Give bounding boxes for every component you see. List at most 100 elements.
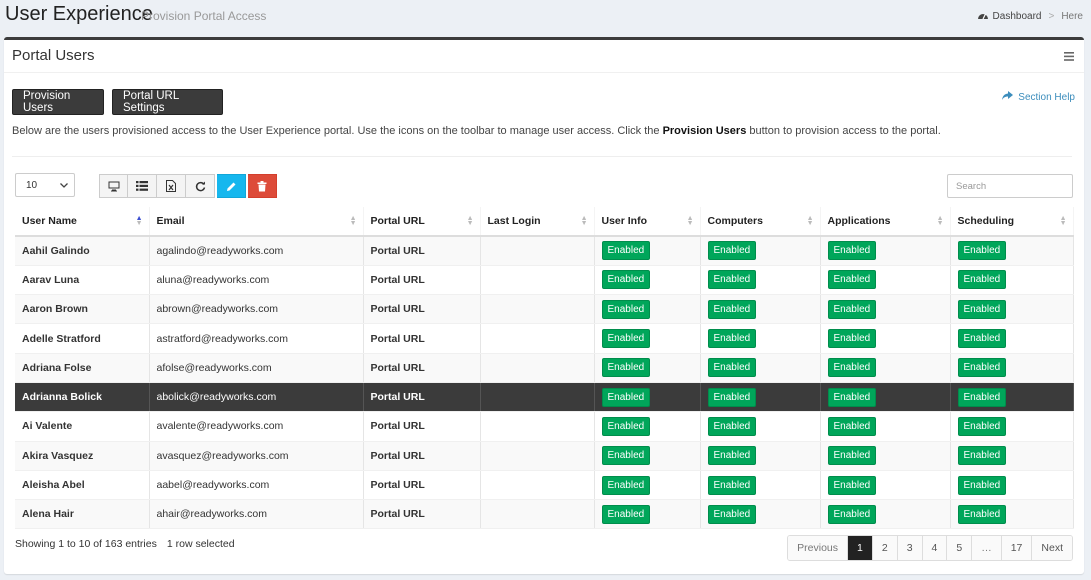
sort-icon: ▲ ▼ <box>806 215 814 227</box>
status-badge: Enabled <box>601 416 651 436</box>
column-label: Portal URL <box>370 215 425 227</box>
pagination-page-2[interactable]: 2 <box>871 536 897 560</box>
status-badge: Enabled <box>707 241 757 261</box>
pagination-page-17[interactable]: 17 <box>1000 536 1032 560</box>
cell-portal-url[interactable]: Portal URL <box>363 265 481 296</box>
search-input[interactable] <box>947 174 1073 198</box>
cell-scheduling: Enabled <box>950 499 1074 530</box>
column-header-portal-url[interactable]: Portal URL ▲ ▼ <box>363 207 481 237</box>
pagination-page-3[interactable]: 3 <box>896 536 922 560</box>
monitor-icon[interactable] <box>99 174 128 198</box>
status-badge: Enabled <box>601 387 651 407</box>
cell-last-login <box>480 294 595 325</box>
column-header-email[interactable]: Email ▲ ▼ <box>149 207 364 237</box>
cell-computers: Enabled <box>700 323 821 354</box>
cell-user-name: Adelle Stratford <box>15 323 150 354</box>
table-row[interactable]: Alena Hair ahair@readyworks.com Portal U… <box>15 499 1074 530</box>
column-header-computers[interactable]: Computers ▲ ▼ <box>700 207 821 237</box>
cell-user-info: Enabled <box>594 265 701 296</box>
cell-portal-url[interactable]: Portal URL <box>363 441 481 471</box>
table-row[interactable]: Ai Valente avalente@readyworks.com Porta… <box>15 411 1074 442</box>
cell-email: avasquez@readyworks.com <box>149 441 364 471</box>
cell-computers: Enabled <box>700 236 821 266</box>
status-badge: Enabled <box>827 446 877 466</box>
status-badge: Enabled <box>707 299 757 319</box>
cell-email: afolse@readyworks.com <box>149 353 364 383</box>
status-badge: Enabled <box>827 241 877 261</box>
cell-computers: Enabled <box>700 265 821 296</box>
cell-portal-url[interactable]: Portal URL <box>363 470 481 501</box>
status-badge: Enabled <box>601 329 651 349</box>
cell-portal-url[interactable]: Portal URL <box>363 353 481 383</box>
cell-last-login <box>480 441 595 471</box>
pagination-next[interactable]: Next <box>1031 536 1072 560</box>
hamburger-menu-icon[interactable] <box>1064 48 1074 64</box>
column-header-user-info[interactable]: User Info ▲ ▼ <box>594 207 701 237</box>
cell-last-login <box>480 265 595 296</box>
table-row[interactable]: Aarav Luna aluna@readyworks.com Portal U… <box>15 265 1074 296</box>
pencil-edit-icon[interactable] <box>217 174 246 198</box>
box-divider <box>4 72 1084 73</box>
sort-icon: ▲ ▼ <box>466 215 474 227</box>
breadcrumb-separator: > <box>1048 11 1055 22</box>
pagination-ellipsis: … <box>971 536 1001 560</box>
table-row-selected[interactable]: Adrianna Bolick abolick@readyworks.com P… <box>15 382 1074 413</box>
status-badge: Enabled <box>957 504 1007 524</box>
page-length-select[interactable]: 10 <box>15 173 75 197</box>
list-icon[interactable] <box>128 174 157 198</box>
cell-portal-url[interactable]: Portal URL <box>363 499 481 530</box>
cell-user-info: Enabled <box>594 353 701 383</box>
cell-applications: Enabled <box>820 265 951 296</box>
pagination-previous[interactable]: Previous <box>788 536 847 560</box>
status-badge: Enabled <box>957 358 1007 378</box>
cell-portal-url[interactable]: Portal URL <box>363 236 481 266</box>
cell-user-name: Akira Vasquez <box>15 441 150 471</box>
cell-user-name: Adrianna Bolick <box>15 382 150 413</box>
status-badge: Enabled <box>827 299 877 319</box>
cell-last-login <box>480 236 595 266</box>
cell-portal-url[interactable]: Portal URL <box>363 323 481 354</box>
column-header-user-name[interactable]: User Name ▲ ▼ <box>15 207 150 237</box>
trash-delete-icon[interactable] <box>248 174 277 198</box>
cell-email: agalindo@readyworks.com <box>149 236 364 266</box>
cell-last-login <box>480 499 595 530</box>
breadcrumb-dashboard-link[interactable]: Dashboard <box>993 11 1042 22</box>
portal-url-settings-button[interactable]: Portal URL Settings <box>112 89 223 115</box>
cell-applications: Enabled <box>820 470 951 501</box>
dashboard-icon <box>977 10 989 23</box>
pagination-page-5[interactable]: 5 <box>946 536 972 560</box>
table-row[interactable]: Aahil Galindo agalindo@readyworks.com Po… <box>15 236 1074 266</box>
cell-last-login <box>480 323 595 354</box>
pagination-page-1[interactable]: 1 <box>847 536 872 560</box>
table-row[interactable]: Aleisha Abel aabel@readyworks.com Portal… <box>15 470 1074 501</box>
cell-portal-url[interactable]: Portal URL <box>363 411 481 442</box>
table-row[interactable]: Adelle Stratford astratford@readyworks.c… <box>15 323 1074 354</box>
sort-icon: ▲ ▼ <box>686 215 694 227</box>
column-header-applications[interactable]: Applications ▲ ▼ <box>820 207 951 237</box>
column-header-scheduling[interactable]: Scheduling ▲ ▼ <box>950 207 1074 237</box>
status-badge: Enabled <box>707 358 757 378</box>
status-badge: Enabled <box>827 475 877 495</box>
cell-portal-url[interactable]: Portal URL <box>363 382 481 413</box>
column-label: User Info <box>601 215 648 227</box>
section-help-link[interactable]: Section Help <box>1002 91 1075 103</box>
status-badge: Enabled <box>957 416 1007 436</box>
provision-users-button[interactable]: Provision Users <box>12 89 104 115</box>
cell-email: abolick@readyworks.com <box>149 382 364 413</box>
column-label: Computers <box>707 215 763 227</box>
cell-applications: Enabled <box>820 411 951 442</box>
cell-last-login <box>480 353 595 383</box>
refresh-icon[interactable] <box>186 174 215 198</box>
column-header-last-login[interactable]: Last Login ▲ ▼ <box>480 207 595 237</box>
cell-user-info: Enabled <box>594 236 701 266</box>
cell-portal-url[interactable]: Portal URL <box>363 294 481 325</box>
table-row[interactable]: Akira Vasquez avasquez@readyworks.com Po… <box>15 441 1074 471</box>
excel-export-icon[interactable] <box>157 174 186 198</box>
cell-email: avalente@readyworks.com <box>149 411 364 442</box>
table-row[interactable]: Adriana Folse afolse@readyworks.com Port… <box>15 353 1074 383</box>
column-label: Last Login <box>487 215 541 227</box>
table-row[interactable]: Aaron Brown abrown@readyworks.com Portal… <box>15 294 1074 325</box>
pagination-page-4[interactable]: 4 <box>921 536 947 560</box>
cell-scheduling: Enabled <box>950 294 1074 325</box>
status-badge: Enabled <box>707 416 757 436</box>
